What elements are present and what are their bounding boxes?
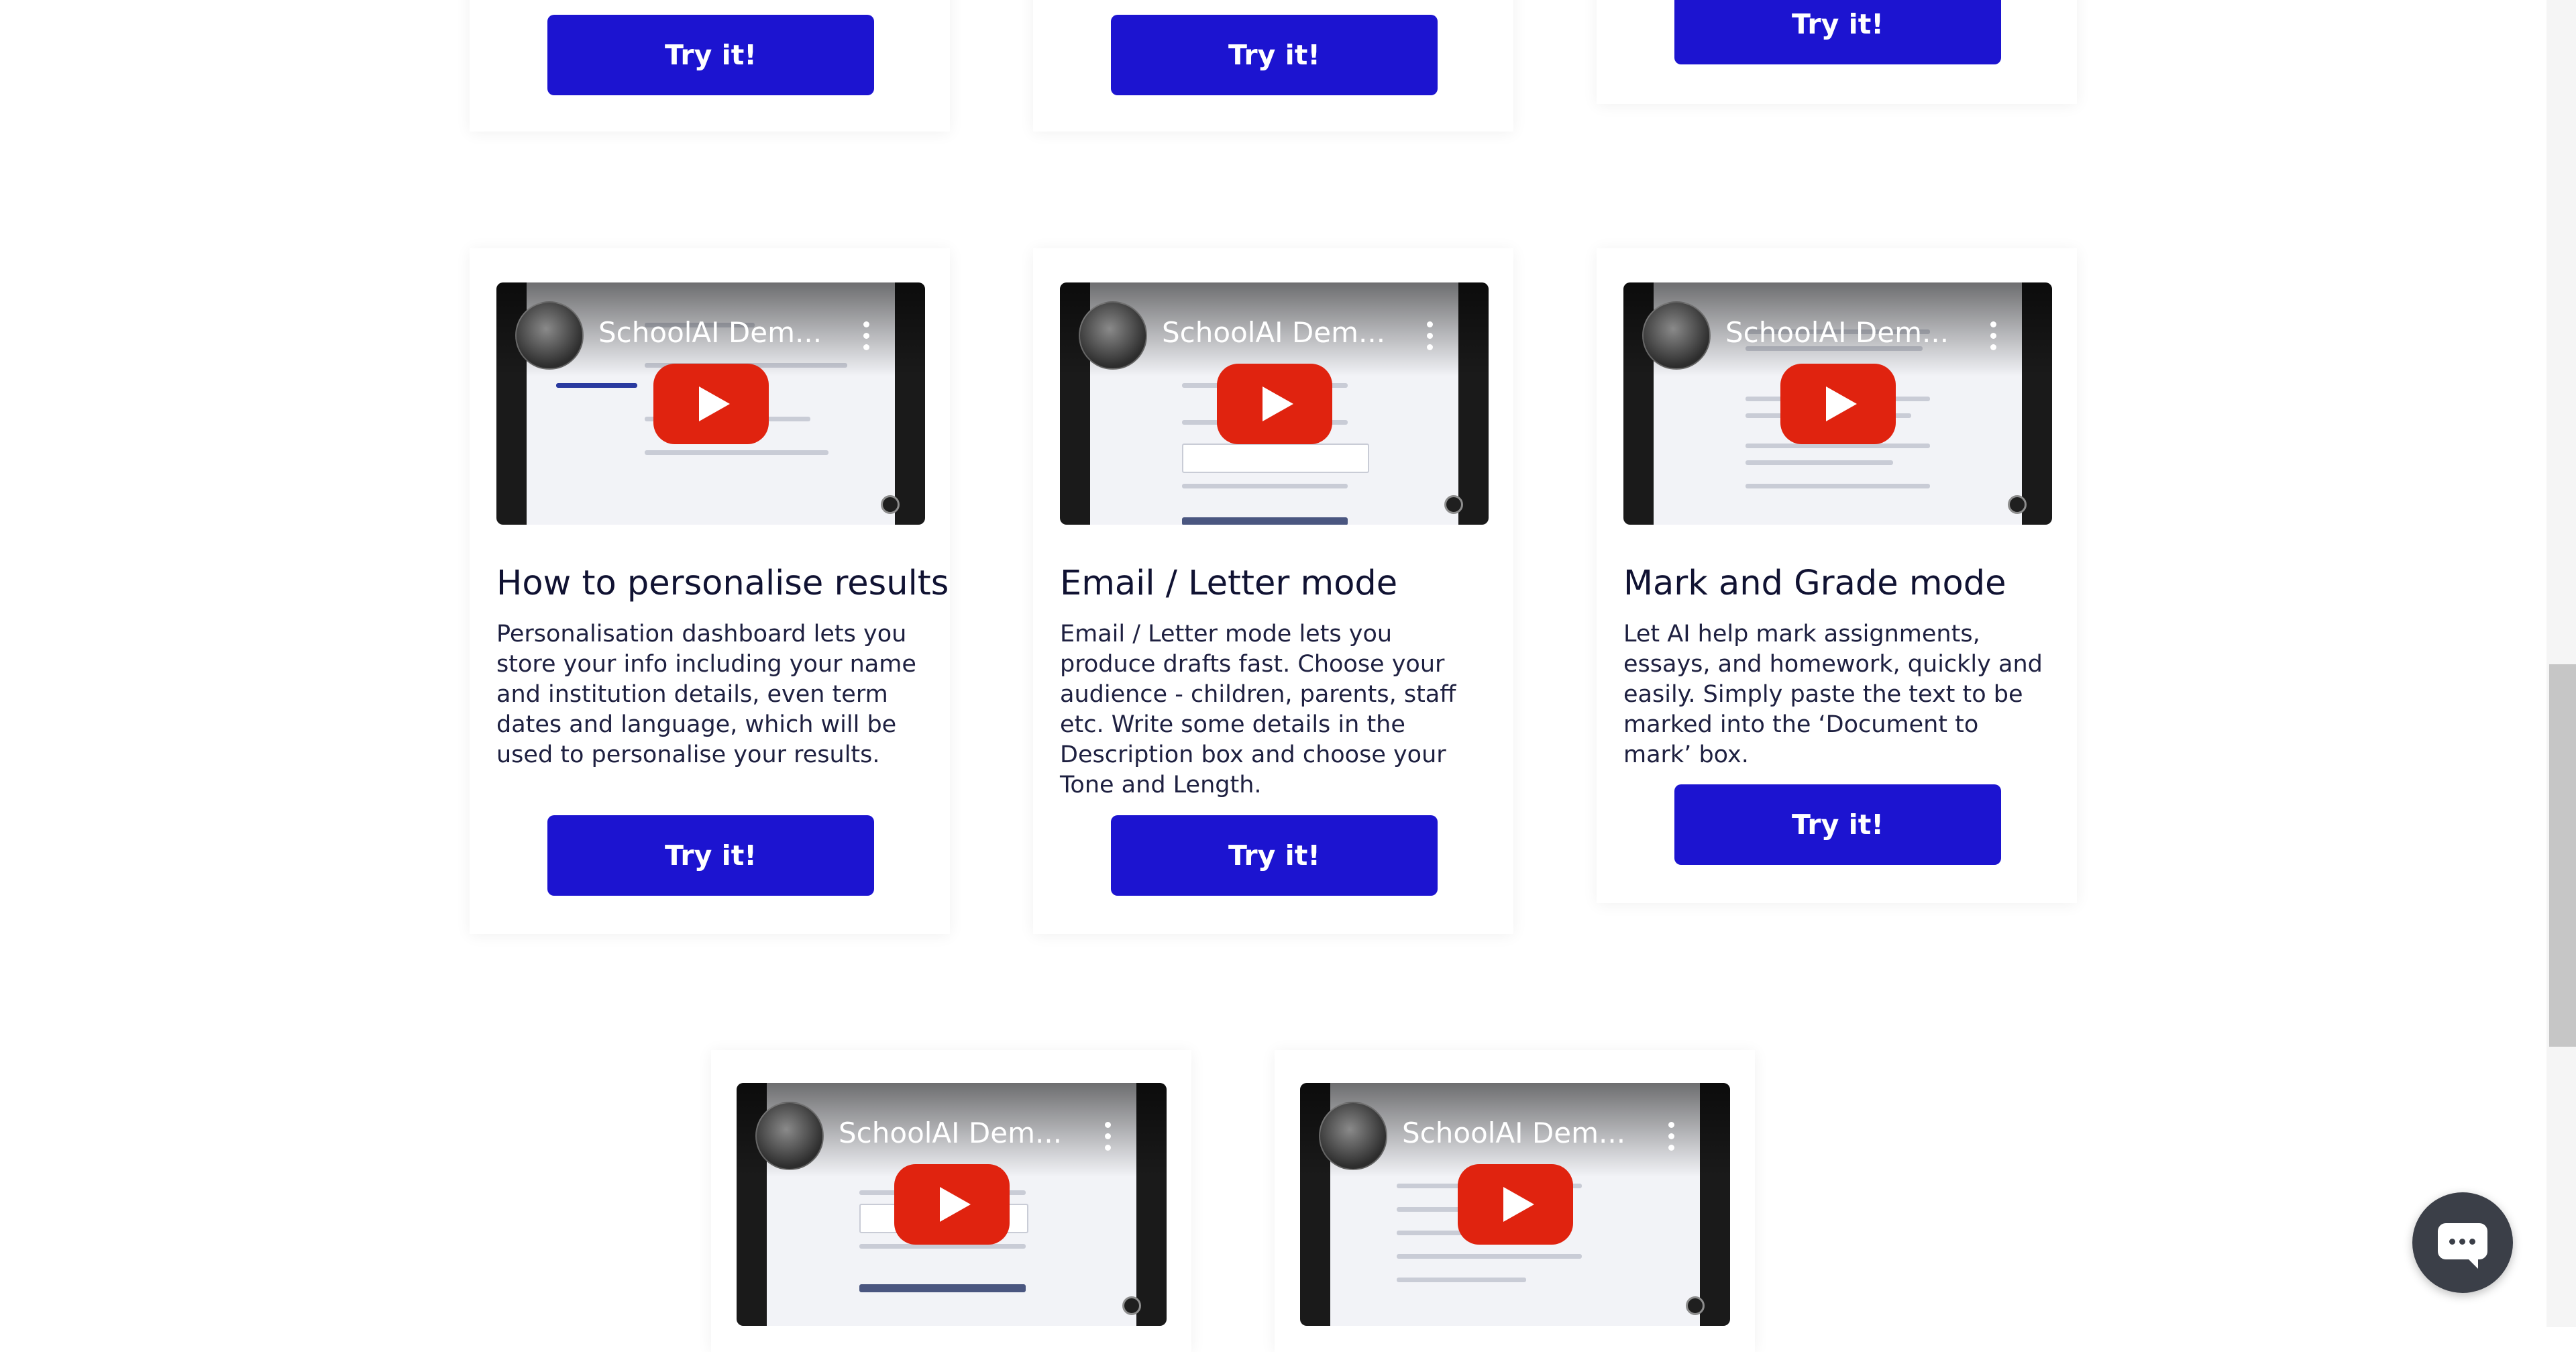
overlay-icon (2008, 495, 2027, 514)
card-title: Email / Letter mode (1060, 564, 1398, 603)
card-description: Let AI help mark assignments, essays, an… (1623, 621, 2043, 768)
youtube-play-icon[interactable] (1216, 363, 1332, 444)
video-thumbnail[interactable]: SchoolAI Dem... (1060, 282, 1489, 525)
scrollbar-track[interactable] (2546, 0, 2576, 1327)
card-email-letter: SchoolAI Dem... Email / Letter mode Emai… (1033, 248, 1513, 934)
card-bottom-2: SchoolAI Dem... (1275, 1050, 1755, 1352)
try-it-button[interactable]: Try it! (547, 815, 874, 896)
more-vertical-icon[interactable] (1427, 321, 1435, 351)
overlay-icon (1686, 1296, 1705, 1315)
channel-avatar (1319, 1102, 1387, 1170)
chat-widget-button[interactable] (2412, 1192, 2513, 1293)
try-it-button[interactable]: Try it! (1111, 15, 1438, 95)
more-vertical-icon[interactable] (1105, 1122, 1113, 1151)
youtube-play-icon[interactable] (894, 1164, 1010, 1245)
channel-avatar (515, 301, 584, 370)
youtube-play-icon[interactable] (653, 363, 769, 444)
video-thumbnail[interactable]: SchoolAI Dem... (1300, 1083, 1730, 1326)
try-it-button[interactable]: Try it! (547, 15, 874, 95)
video-thumbnail[interactable]: SchoolAI Dem... (1623, 282, 2052, 525)
card-top-1: Try it! (470, 0, 950, 132)
card-mark-grade: SchoolAI Dem... Mark and Grade mode Let … (1597, 248, 2077, 903)
card-personalise: SchoolAI Dem... How to personalise resul… (470, 248, 950, 934)
video-title: SchoolAI Dem... (839, 1116, 1063, 1149)
card-description: Personalisation dashboard lets you store… (496, 621, 916, 768)
video-title: SchoolAI Dem... (1402, 1116, 1626, 1149)
overlay-icon (881, 495, 900, 514)
video-thumbnail[interactable]: SchoolAI Dem... (737, 1083, 1167, 1326)
more-vertical-icon[interactable] (1990, 321, 1998, 351)
try-it-button[interactable]: Try it! (1111, 815, 1438, 896)
card-title: Mark and Grade mode (1623, 564, 2006, 603)
channel-avatar (1642, 301, 1711, 370)
chat-icon (2438, 1223, 2487, 1269)
video-title: SchoolAI Dem... (1162, 316, 1386, 349)
try-it-button[interactable]: Try it! (1674, 0, 2001, 64)
video-title: SchoolAI Dem... (1725, 316, 1949, 349)
more-vertical-icon[interactable] (1668, 1122, 1676, 1151)
youtube-play-icon[interactable] (1457, 1164, 1573, 1245)
card-bottom-1: SchoolAI Dem... (711, 1050, 1191, 1352)
video-title: SchoolAI Dem... (598, 316, 822, 349)
youtube-play-icon[interactable] (1780, 363, 1896, 444)
card-description: Email / Letter mode lets you produce dra… (1060, 621, 1456, 798)
more-vertical-icon[interactable] (863, 321, 871, 351)
card-top-2: Try it! (1033, 0, 1513, 132)
card-top-3: Try it! (1597, 0, 2077, 104)
scrollbar-thumb[interactable] (2549, 664, 2576, 1047)
video-thumbnail[interactable]: SchoolAI Dem... (496, 282, 925, 525)
overlay-icon (1122, 1296, 1141, 1315)
channel-avatar (1079, 301, 1147, 370)
card-title: How to personalise results (496, 564, 949, 603)
overlay-icon (1444, 495, 1463, 514)
channel-avatar (755, 1102, 824, 1170)
try-it-button[interactable]: Try it! (1674, 784, 2001, 865)
